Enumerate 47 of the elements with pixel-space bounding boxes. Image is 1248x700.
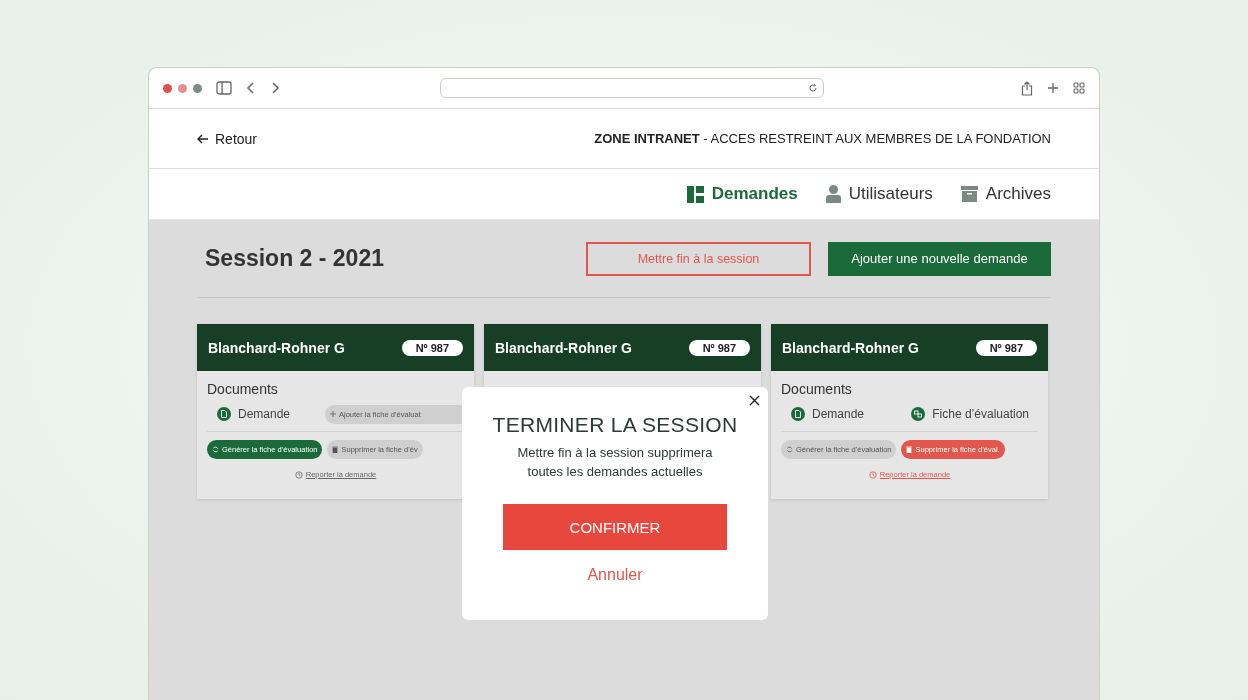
request-number: Nº 987 xyxy=(401,339,463,356)
clock-icon xyxy=(294,470,303,479)
new-tab-icon[interactable] xyxy=(1047,82,1059,94)
confirm-button[interactable]: CONFIRMER xyxy=(503,504,727,550)
applicant-name: Blanchard-Rohner G xyxy=(208,339,345,356)
back-chevron-icon[interactable] xyxy=(246,81,256,95)
back-arrow-icon xyxy=(197,133,209,144)
applicant-name: Blanchard-Rohner G xyxy=(782,339,919,356)
clock-icon xyxy=(868,470,877,479)
trash-icon xyxy=(332,446,339,453)
request-number: Nº 987 xyxy=(688,339,750,356)
tabs-overview-icon[interactable] xyxy=(1073,82,1085,94)
reload-icon[interactable] xyxy=(808,83,818,93)
close-window-dot[interactable] xyxy=(163,83,172,93)
plus-icon xyxy=(330,411,336,417)
document-link[interactable]: Fiche d’évaluation xyxy=(911,407,1029,421)
document-link[interactable]: Demande xyxy=(791,407,865,421)
document-icon xyxy=(217,407,231,421)
refresh-icon xyxy=(786,446,793,453)
dialog-message: Mettre fin à la session supprimera toutes les demandes actuelles xyxy=(516,444,714,481)
zoom-window-dot[interactable] xyxy=(193,83,202,93)
document-icon xyxy=(791,407,805,421)
session-title: Session 2 - 2021 xyxy=(205,245,384,272)
back-link[interactable]: Retour xyxy=(197,130,258,147)
document-link[interactable]: Demande xyxy=(217,407,291,421)
cancel-link[interactable]: Annuler xyxy=(587,566,643,584)
add-request-button[interactable]: Ajouter une nouvelle demande xyxy=(828,241,1051,276)
sidebar-icon[interactable] xyxy=(216,81,232,95)
trash-icon xyxy=(906,446,913,453)
request-number: Nº 987 xyxy=(975,339,1037,356)
intranet-notice: ZONE INTRANET - ACCES RESTREINT AUX MEMBRES DE LA FONDATION xyxy=(594,131,1051,146)
evaluation-icon xyxy=(911,407,926,421)
documents-heading: Documents xyxy=(781,381,853,397)
applicant-name: Blanchard-Rohner G xyxy=(495,339,632,356)
refresh-icon xyxy=(212,446,219,453)
user-icon xyxy=(825,185,841,203)
nav-tab[interactable]: Utilisateurs xyxy=(825,184,933,204)
forward-chevron-icon[interactable] xyxy=(270,81,280,95)
documents-heading: Documents xyxy=(207,381,279,397)
archive-box-icon xyxy=(960,186,978,202)
nav-tab[interactable]: Archives xyxy=(960,184,1051,204)
dialog-title: TERMINER LA SESSION xyxy=(492,413,738,437)
share-icon[interactable] xyxy=(1021,80,1033,96)
nav-tab[interactable]: Demandes xyxy=(686,184,798,204)
minimize-window-dot[interactable] xyxy=(178,83,187,93)
dashboard-icon xyxy=(686,185,704,203)
close-icon[interactable] xyxy=(749,395,760,406)
